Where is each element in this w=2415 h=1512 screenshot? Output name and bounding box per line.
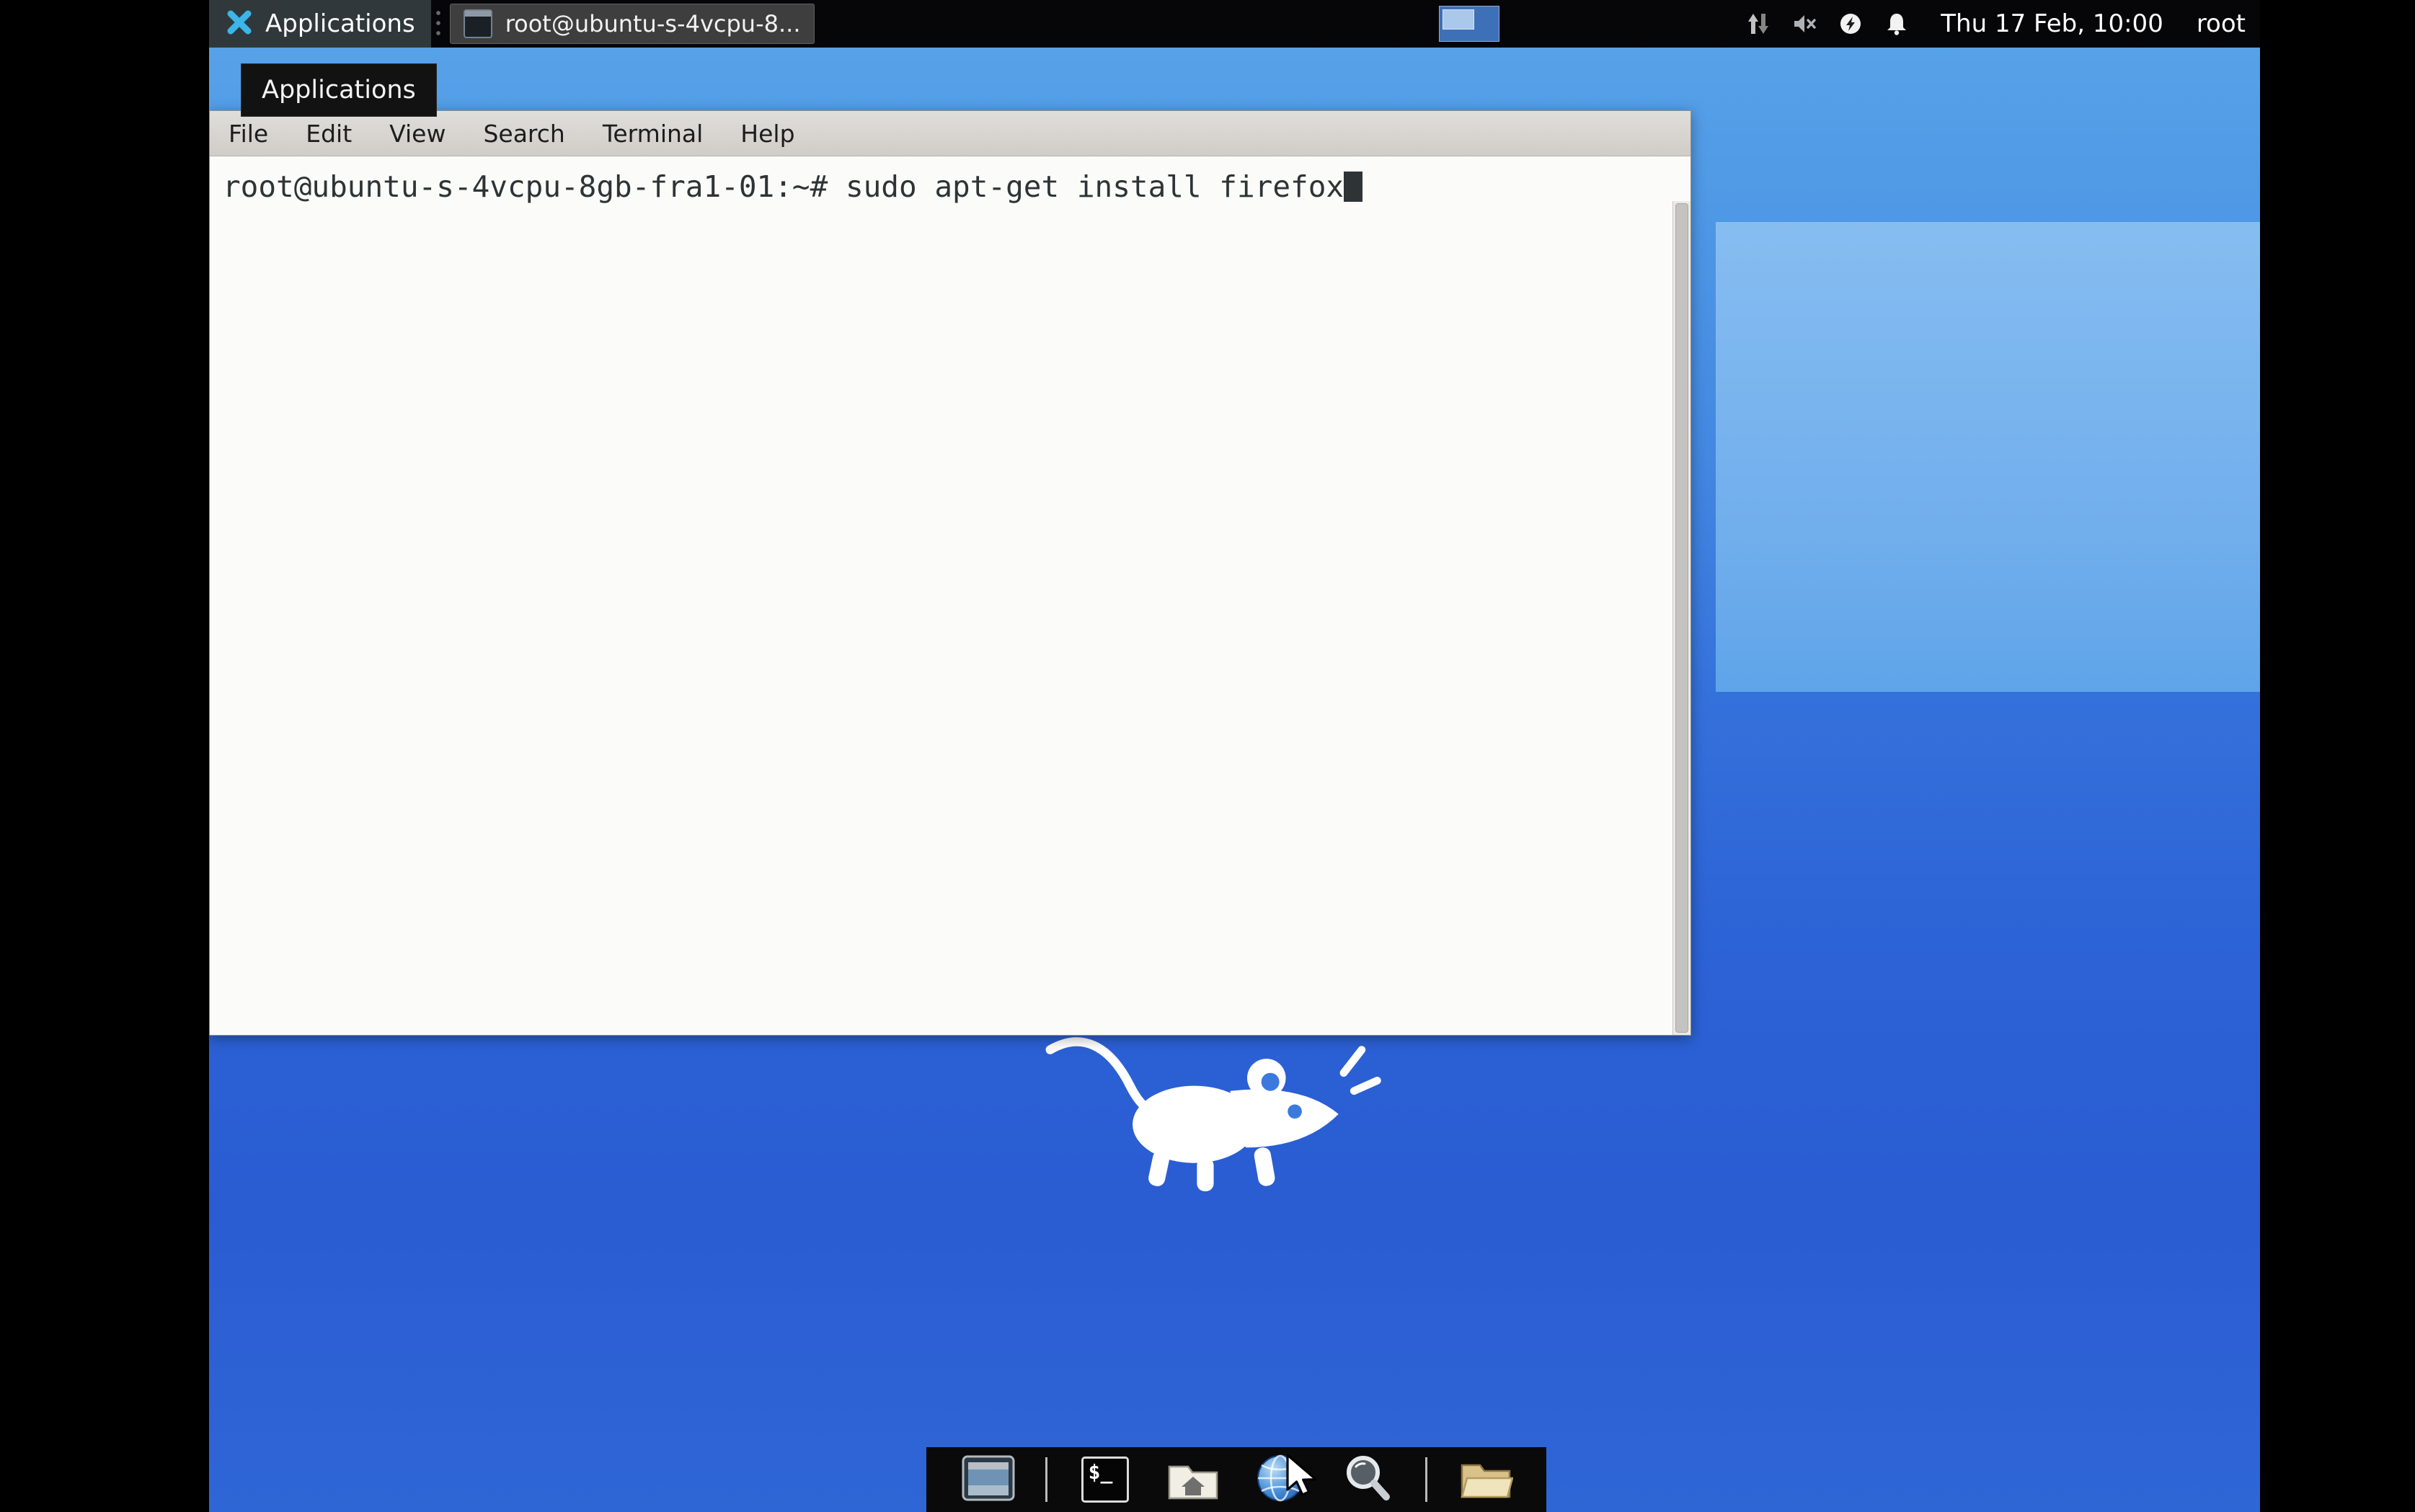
menu-search[interactable]: Search (483, 120, 564, 148)
dock-item-desktop[interactable] (958, 1450, 1019, 1509)
menu-edit[interactable]: Edit (306, 120, 352, 148)
magnifier-icon (1339, 1451, 1396, 1508)
terminal-output-area[interactable]: root@ubuntu-s-4vcpu-8gb-fra1-01:~# sudo a… (210, 156, 1690, 1035)
terminal-prompt: root@ubuntu-s-4vcpu-8gb-fra1-01:~# (223, 169, 828, 204)
panel-username: root (2196, 9, 2246, 38)
home-folder-icon (1164, 1451, 1221, 1508)
terminal-window: File Edit View Search Terminal Help root… (209, 110, 1691, 1036)
mouse-cursor (1285, 1453, 1319, 1502)
applications-menu-label: Applications (265, 9, 415, 38)
menu-file[interactable]: File (229, 120, 268, 148)
terminal-command: sudo apt-get install firefox (845, 169, 1344, 204)
top-panel: Applications root@ubuntu-s-4vcpu-8... Th… (209, 0, 2260, 48)
dock-item-home[interactable] (1162, 1450, 1223, 1509)
folder-icon (1455, 1451, 1515, 1508)
menu-terminal[interactable]: Terminal (603, 120, 703, 148)
xterm-icon: $_ (1081, 1457, 1129, 1503)
dock-item-files[interactable] (1454, 1450, 1515, 1509)
dock: $_ (926, 1447, 1546, 1512)
xfce-x-icon (225, 8, 254, 40)
menu-view[interactable]: View (389, 120, 446, 148)
power-manager-icon[interactable] (1837, 10, 1864, 37)
taskbar-window-button[interactable]: root@ubuntu-s-4vcpu-8... (449, 4, 815, 44)
dock-separator (1424, 1457, 1427, 1502)
bell-icon[interactable] (1883, 10, 1910, 37)
desktop: Applications root@ubuntu-s-4vcpu-8... Th… (209, 0, 2260, 1512)
terminal-window-icon (463, 9, 492, 38)
dock-separator (1045, 1457, 1048, 1502)
xfce-mouse-logo (1031, 1029, 1391, 1209)
panel-clock[interactable]: Thu 17 Feb, 10:00 (1941, 9, 2163, 38)
screen: Applications root@ubuntu-s-4vcpu-8... Th… (0, 0, 2415, 1512)
volume-muted-icon[interactable] (1791, 10, 1818, 37)
applications-menu-button[interactable]: Applications (209, 0, 431, 48)
applications-tooltip: Applications (241, 63, 437, 117)
dock-item-finder[interactable] (1337, 1450, 1398, 1509)
taskbar-window-label: root@ubuntu-s-4vcpu-8... (505, 10, 801, 37)
terminal-scrollbar[interactable] (1672, 201, 1690, 1035)
terminal-menubar: File Edit View Search Terminal Help (210, 111, 1690, 156)
dock-item-terminal[interactable]: $_ (1075, 1450, 1135, 1509)
workspace-window-thumb (1443, 9, 1475, 30)
menu-help[interactable]: Help (740, 120, 794, 148)
panel-grip[interactable] (434, 8, 442, 40)
terminal-prompt-line: root@ubuntu-s-4vcpu-8gb-fra1-01:~# sudo a… (223, 168, 1662, 206)
network-icon[interactable] (1745, 10, 1772, 37)
system-tray (1745, 10, 1910, 37)
xterm-glyph: $_ (1088, 1460, 1113, 1484)
terminal-cursor (1344, 171, 1362, 202)
workspace-switcher[interactable] (1439, 6, 1500, 42)
display-icon (960, 1451, 1017, 1508)
terminal-scrollbar-thumb[interactable] (1675, 203, 1688, 1033)
wallpaper-highlight (1716, 222, 2260, 692)
